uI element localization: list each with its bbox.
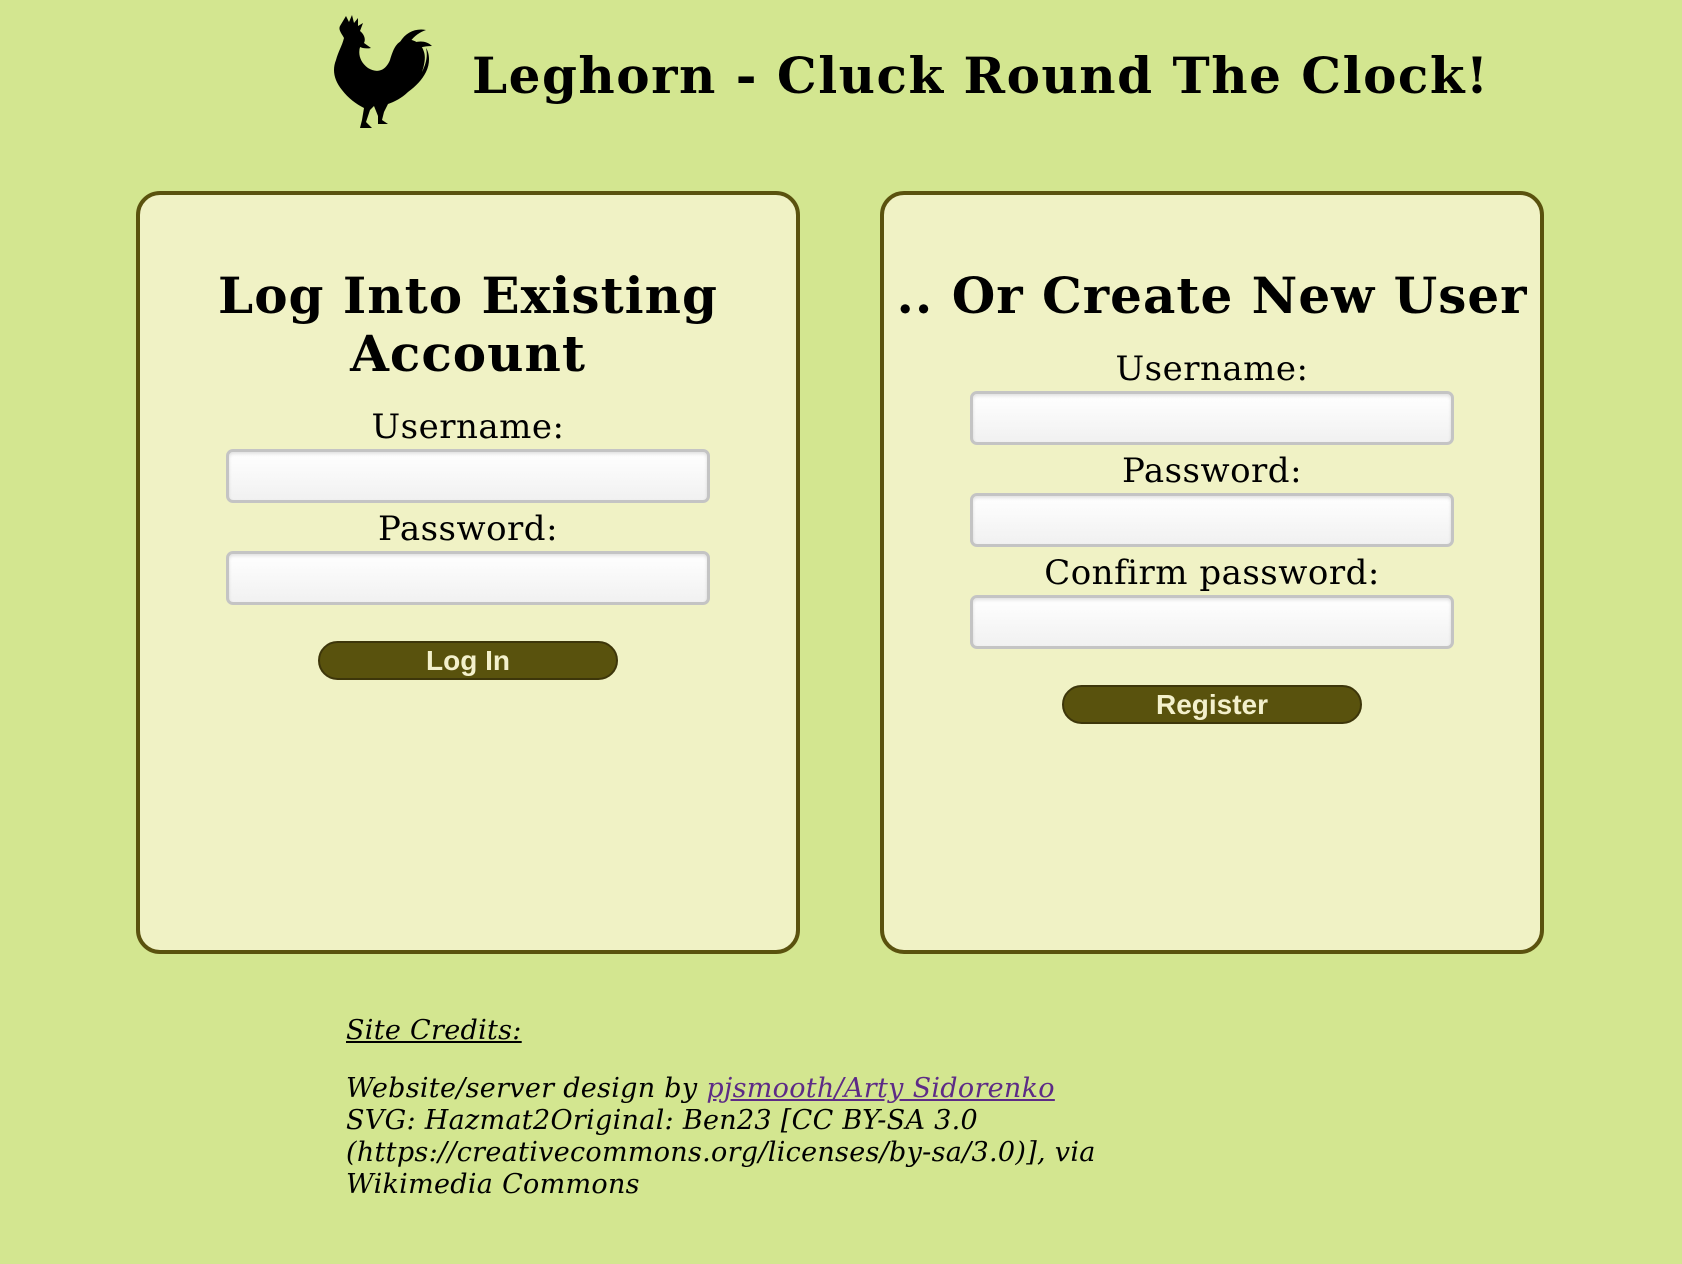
page: Leghorn - Cluck Round The Clock! Log Int… bbox=[0, 0, 1682, 1264]
credits-heading: Site Credits: bbox=[346, 1015, 522, 1046]
login-username-input[interactable] bbox=[226, 449, 710, 503]
rooster-icon bbox=[334, 15, 432, 128]
register-username-input[interactable] bbox=[970, 391, 1454, 445]
login-password-label: Password: bbox=[377, 509, 559, 549]
register-password-label: Password: bbox=[1121, 451, 1303, 491]
register-form: Username: Password: Confirm password: Re… bbox=[884, 349, 1540, 724]
site-title: Leghorn - Cluck Round The Clock! bbox=[472, 46, 1490, 105]
credits-svg-line: SVG: Hazmat2Original: Ben23 [CC BY-SA 3.… bbox=[346, 1105, 1096, 1200]
register-confirm-input[interactable] bbox=[970, 595, 1454, 649]
log-in-button[interactable]: Log In bbox=[318, 641, 618, 680]
register-password-input[interactable] bbox=[970, 493, 1454, 547]
register-username-label: Username: bbox=[1115, 349, 1309, 389]
site-credits: Site Credits: Website/server design by p… bbox=[346, 1015, 1226, 1201]
credits-design-prefix: Website/server design by bbox=[346, 1073, 707, 1104]
register-panel: .. Or Create New User Username: Password… bbox=[880, 191, 1544, 954]
login-username-label: Username: bbox=[371, 407, 565, 447]
login-panel: Log Into Existing Account Username: Pass… bbox=[136, 191, 800, 954]
login-form: Username: Password: Log In bbox=[140, 407, 796, 680]
login-password-input[interactable] bbox=[226, 551, 710, 605]
register-button[interactable]: Register bbox=[1062, 685, 1362, 724]
credits-design-line: Website/server design by pjsmooth/Arty S… bbox=[346, 1073, 1226, 1105]
register-confirm-label: Confirm password: bbox=[1044, 553, 1380, 593]
register-panel-title: .. Or Create New User bbox=[896, 266, 1528, 325]
login-panel-title: Log Into Existing Account bbox=[218, 266, 718, 383]
site-header: Leghorn - Cluck Round The Clock! bbox=[0, 0, 1682, 150]
credits-author-link[interactable]: pjsmooth/Arty Sidorenko bbox=[706, 1073, 1055, 1104]
